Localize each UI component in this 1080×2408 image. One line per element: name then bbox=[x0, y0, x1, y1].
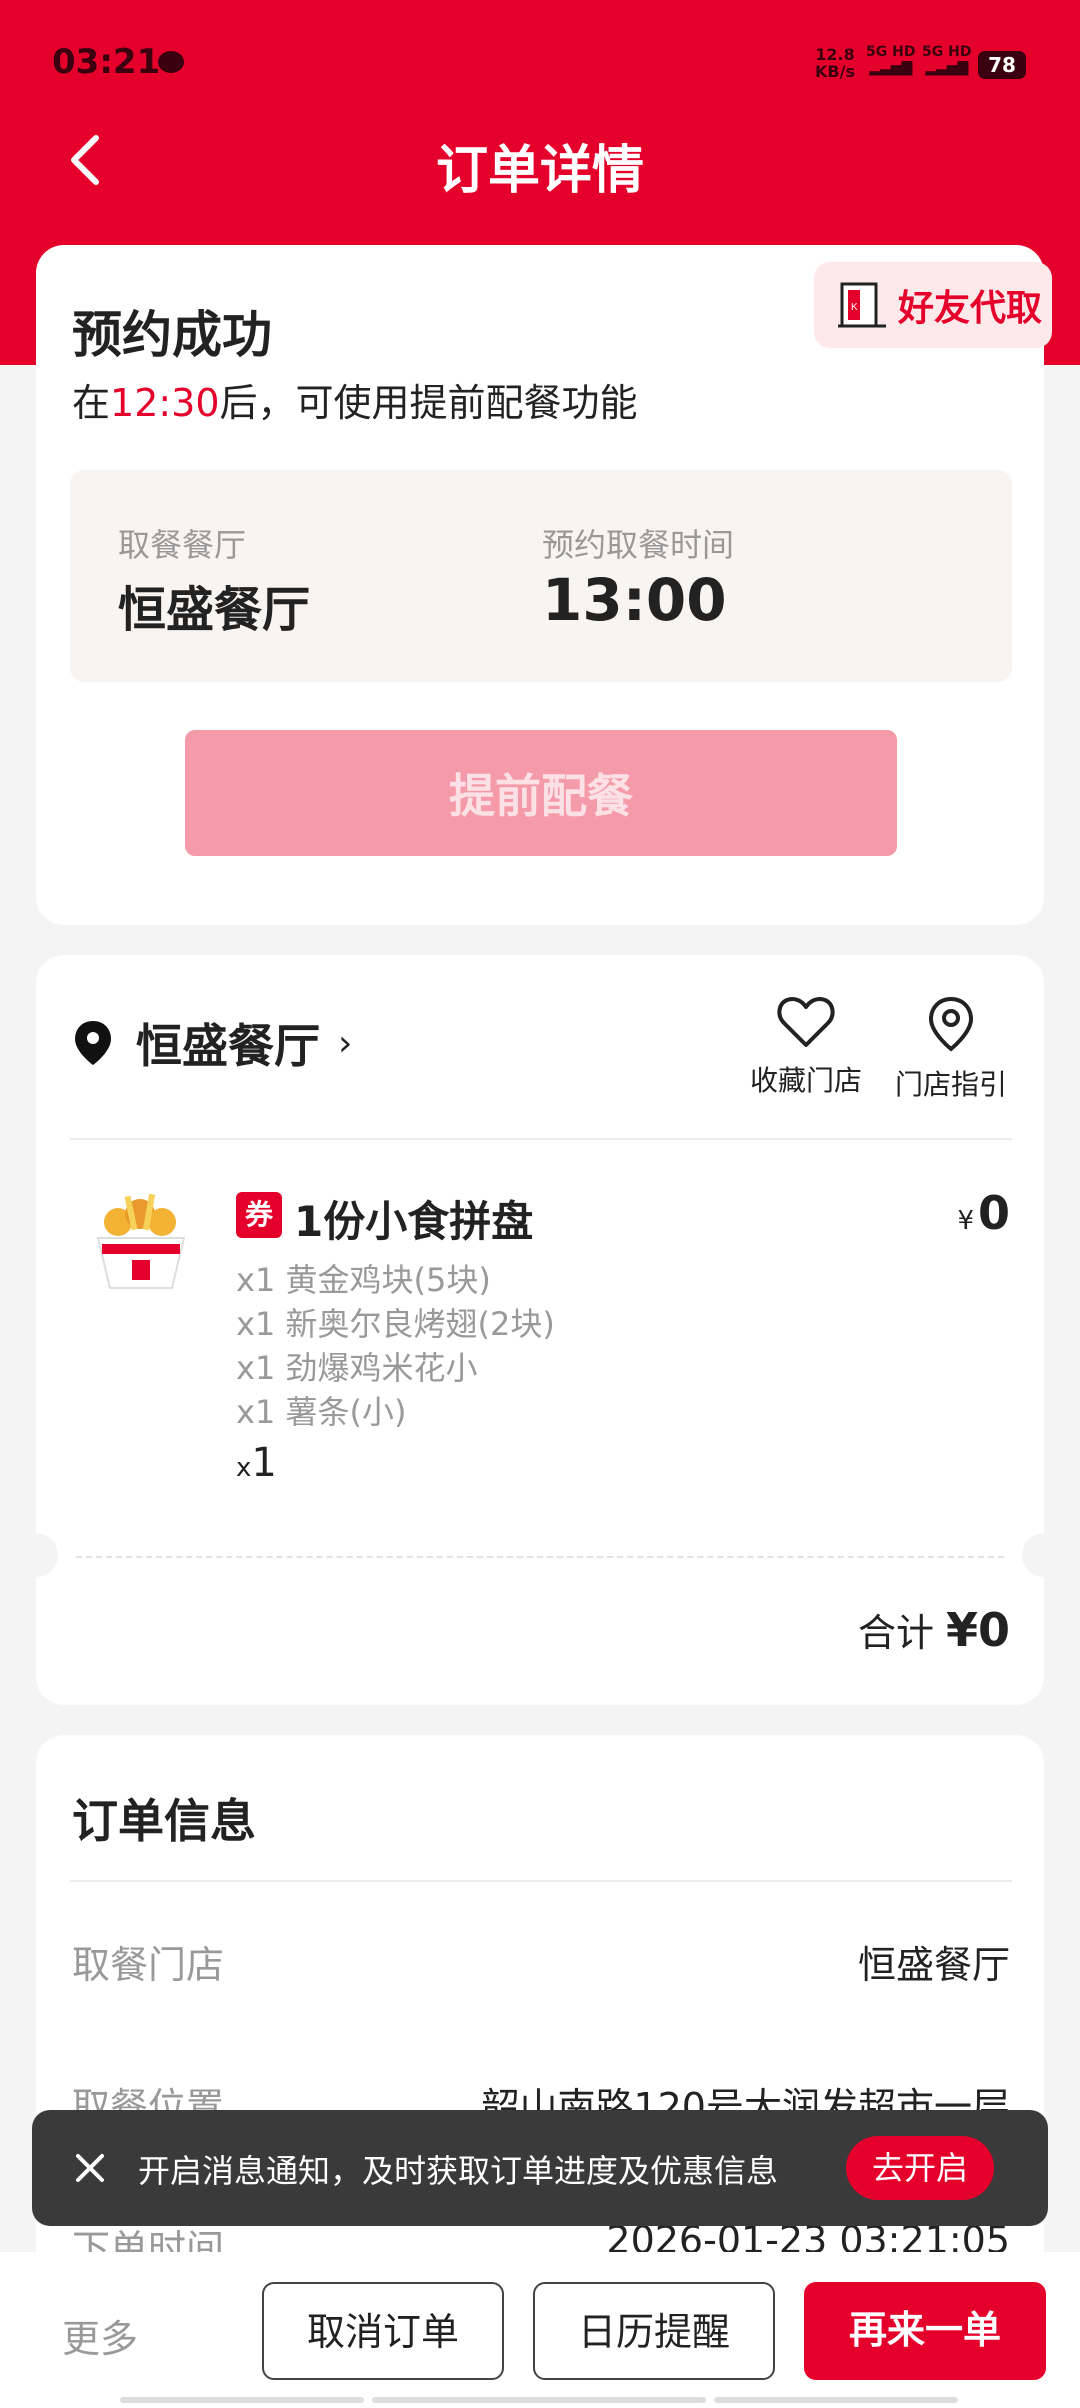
food-image bbox=[88, 1188, 194, 1298]
pickup-time-value: 13:00 bbox=[542, 566, 727, 634]
coupon-badge: 券 bbox=[236, 1192, 282, 1238]
page-title: 订单详情 bbox=[435, 141, 644, 201]
home-indicator bbox=[714, 2397, 958, 2403]
favorite-store-label: 收藏门店 bbox=[749, 1064, 862, 1097]
reservation-hint: 在12:30后，可使用提前配餐功能 bbox=[72, 381, 638, 425]
friend-pickup-icon: K bbox=[836, 280, 888, 330]
total-amount: ¥0 bbox=[945, 1603, 1010, 1657]
divider bbox=[70, 1138, 1012, 1140]
cancel-order-button[interactable]: 取消订单 bbox=[262, 2282, 504, 2380]
map-pin-icon bbox=[928, 996, 974, 1052]
list-item: x1 薯条(小) bbox=[236, 1393, 407, 1431]
favorite-store-button[interactable]: 收藏门店 bbox=[741, 995, 871, 1099]
friend-pickup-button[interactable]: K 好友代取 bbox=[814, 262, 1052, 348]
location-pin-icon bbox=[75, 1021, 111, 1065]
list-item: x1 劲爆鸡米花小 bbox=[236, 1349, 478, 1387]
sim2-signal-icon: 5G HD ▂▃▅▇ bbox=[922, 44, 972, 76]
ticket-notch-right bbox=[1022, 1533, 1066, 1577]
battery-icon: 78 bbox=[978, 51, 1026, 79]
network-speed: 12.8 KB/s bbox=[815, 45, 855, 81]
list-item: x1 新奥尔良烤翅(2块) bbox=[236, 1305, 555, 1343]
item-quantity: x1 bbox=[236, 1440, 277, 1486]
calendar-reminder-button[interactable]: 日历提醒 bbox=[533, 2282, 775, 2380]
store-directions-label: 门店指引 bbox=[894, 1068, 1007, 1101]
home-indicator bbox=[372, 2397, 706, 2403]
reorder-button[interactable]: 再来一单 bbox=[804, 2282, 1046, 2380]
prepare-early-button[interactable]: 提前配餐 bbox=[185, 730, 897, 856]
pickup-info-box: 取餐餐厅 恒盛餐厅 预约取餐时间 13:00 bbox=[70, 470, 1012, 682]
store-directions-button[interactable]: 门店指引 bbox=[886, 995, 1016, 1103]
restaurant-label: 取餐餐厅 bbox=[118, 526, 247, 564]
available-time: 12:30 bbox=[110, 381, 220, 425]
divider bbox=[70, 1880, 1012, 1882]
more-button[interactable]: 更多 bbox=[62, 2308, 138, 2363]
home-indicator bbox=[120, 2397, 364, 2403]
pickup-store-label: 取餐门店 bbox=[72, 1943, 225, 1987]
restaurant-value: 恒盛餐厅 bbox=[118, 582, 311, 638]
heart-icon bbox=[777, 996, 835, 1047]
sim1-signal-icon: 5G HD ▂▃▅▇ bbox=[866, 44, 916, 76]
nav-bar: 订单详情 bbox=[0, 110, 1080, 210]
list-item: x1 黄金鸡块(5块) bbox=[236, 1261, 491, 1299]
svg-text:K: K bbox=[851, 302, 858, 313]
message-bubble-icon bbox=[158, 51, 184, 73]
bottom-action-bar: 更多 取消订单 日历提醒 再来一单 bbox=[0, 2252, 1080, 2408]
pickup-store-value: 恒盛餐厅 bbox=[857, 1943, 1010, 1987]
enable-notifications-button[interactable]: 去开启 bbox=[846, 2136, 994, 2200]
chevron-right-icon: › bbox=[338, 1022, 353, 1064]
store-name: 恒盛餐厅 bbox=[136, 1019, 320, 1073]
pickup-time-label: 预约取餐时间 bbox=[542, 526, 735, 564]
dashed-divider bbox=[76, 1556, 1004, 1558]
order-total: 合计 ¥0 bbox=[858, 1602, 1010, 1657]
reservation-status-title: 预约成功 bbox=[72, 306, 272, 364]
item-components: x1 黄金鸡块(5块) x1 新奥尔良烤翅(2块) x1 劲爆鸡米花小 x1 薯… bbox=[236, 1258, 555, 1434]
friend-pickup-label: 好友代取 bbox=[898, 288, 1043, 329]
item-name: 1份小食拼盘 bbox=[294, 1197, 534, 1246]
total-label: 合计 bbox=[857, 1611, 934, 1655]
item-price: ¥0 bbox=[957, 1186, 1010, 1240]
close-toast-button[interactable] bbox=[70, 2148, 110, 2188]
status-time: 03:21 bbox=[52, 42, 161, 82]
notification-toast: 开启消息通知，及时获取订单进度及优惠信息 去开启 bbox=[32, 2110, 1048, 2226]
order-info-title: 订单信息 bbox=[72, 1794, 256, 1848]
ticket-notch-left bbox=[14, 1533, 58, 1577]
toast-message: 开启消息通知，及时获取订单进度及优惠信息 bbox=[138, 2152, 779, 2190]
close-icon bbox=[76, 2154, 104, 2182]
status-bar: 03:21 12.8 KB/s 5G HD ▂▃▅▇ 5G HD ▂▃▅▇ 78 bbox=[0, 0, 1080, 120]
store-link[interactable]: 恒盛餐厅 › bbox=[72, 1010, 352, 1076]
